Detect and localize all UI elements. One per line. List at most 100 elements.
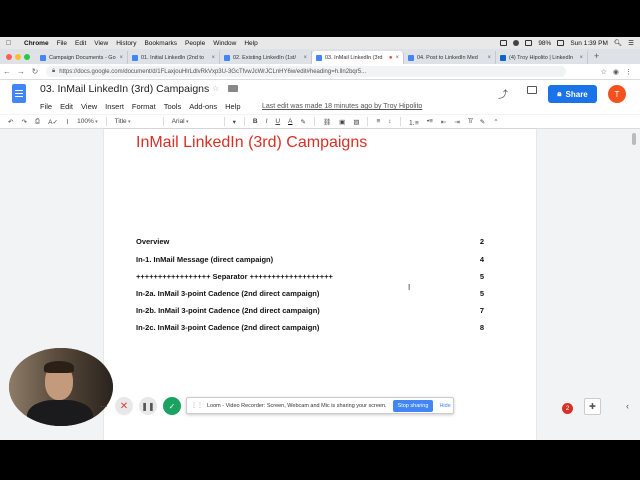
clock[interactable]: Sun 1:39 PM xyxy=(570,40,608,47)
menu-people[interactable]: People xyxy=(185,40,205,47)
document-title[interactable]: 03. InMail LinkedIn (3rd) Campaigns xyxy=(40,83,209,95)
docs-menu-tools[interactable]: Tools xyxy=(164,102,182,111)
tab-inmail-linkedin[interactable]: 03. InMail LinkedIn (3rd ● × xyxy=(312,51,404,64)
more-menu-icon[interactable]: ⋮ xyxy=(625,68,632,76)
extension-icon[interactable]: ◉ xyxy=(613,68,619,76)
explore-button[interactable]: ✚ xyxy=(584,398,601,415)
numbered-list-icon[interactable]: ⒈≡ xyxy=(409,117,419,127)
webcam-bubble[interactable] xyxy=(9,348,113,426)
back-icon[interactable]: ← xyxy=(0,67,14,76)
docs-menu-format[interactable]: Format xyxy=(132,102,156,111)
toc-entry[interactable]: In-1. InMail Message (direct campaign) 4 xyxy=(136,255,484,264)
bold-button[interactable]: B xyxy=(253,118,258,125)
tab-campaign-documents[interactable]: Campaign Documents - Go × xyxy=(36,51,128,64)
redo-icon[interactable]: ↷ xyxy=(21,118,26,126)
docs-menu-help[interactable]: Help xyxy=(225,102,240,111)
cancel-recording-icon[interactable]: ✕ xyxy=(115,397,133,415)
text-color-button[interactable]: A xyxy=(288,118,292,125)
add-comment-icon[interactable]: ▣ xyxy=(339,118,345,126)
toc-entry[interactable]: In-2b. InMail 3-point Cadence (2nd direc… xyxy=(136,306,484,315)
tab-existing-linkedin[interactable]: 02. Existing LinkedIn (1st/ × xyxy=(220,51,312,64)
close-window-button[interactable] xyxy=(6,54,12,60)
battery-icon[interactable] xyxy=(557,40,565,46)
close-tab-icon[interactable]: × xyxy=(487,55,491,61)
italic-button[interactable]: I xyxy=(266,118,268,125)
menu-help[interactable]: Help xyxy=(244,40,257,47)
tab-initial-linkedin[interactable]: 01. Initial LinkedIn (2nd to × xyxy=(128,51,220,64)
zoom-window-button[interactable] xyxy=(24,54,30,60)
star-icon[interactable]: ☆ xyxy=(212,84,219,93)
apple-icon[interactable]:  xyxy=(6,40,16,47)
toc-entry[interactable]: In-2a. InMail 3-point Cadence (2nd direc… xyxy=(136,289,484,298)
pause-recording-icon[interactable]: ❚❚ xyxy=(139,397,157,415)
search-icon[interactable]: 🔍︎ xyxy=(614,39,622,47)
notification-badge[interactable]: 2 xyxy=(562,403,573,414)
menu-window[interactable]: Window xyxy=(213,40,236,47)
tab-linkedin-profile[interactable]: (4) Troy Hipolito | LinkedIn × xyxy=(496,51,588,64)
comment-history-icon[interactable] xyxy=(527,86,537,94)
undo-icon[interactable]: ↶ xyxy=(8,118,13,126)
menu-bookmarks[interactable]: Bookmarks xyxy=(144,40,177,47)
line-spacing-icon[interactable]: ↕ xyxy=(388,118,391,125)
docs-menu-addons[interactable]: Add-ons xyxy=(189,102,217,111)
record-icon[interactable] xyxy=(513,40,520,46)
paint-format-icon[interactable]: ⌇ xyxy=(66,118,69,126)
hide-button[interactable]: Hide xyxy=(439,403,450,409)
avatar[interactable]: T xyxy=(608,85,626,103)
font-size-dropdown-icon[interactable]: ▾ xyxy=(233,118,236,126)
more-options-icon[interactable]: ⋯ xyxy=(99,397,109,415)
menu-edit[interactable]: Edit xyxy=(75,40,86,47)
activity-trend-icon[interactable]: ⤴ xyxy=(498,86,508,101)
google-docs-logo-icon[interactable] xyxy=(12,84,26,103)
last-edit-link[interactable]: Last edit was made 18 minutes ago by Tro… xyxy=(262,103,422,110)
underline-button[interactable]: U xyxy=(275,118,280,125)
link-icon[interactable]: ⛓ xyxy=(323,118,331,126)
menu-history[interactable]: History xyxy=(116,40,136,47)
decrease-indent-icon[interactable]: ⇤ xyxy=(441,118,446,126)
close-tab-icon[interactable]: × xyxy=(119,55,123,61)
toc-entry[interactable]: +++++++++++++++++ Separator ++++++++++++… xyxy=(136,272,484,281)
spellcheck-icon[interactable]: A✓ xyxy=(48,118,58,126)
document-page[interactable]: InMail LinkedIn (3rd) Campaigns Overview… xyxy=(104,129,536,440)
docs-menu-file[interactable]: File xyxy=(40,102,52,111)
tab-post-linkedin[interactable]: 04. Post to LinkedIn Med × xyxy=(404,51,496,64)
zoom-select[interactable]: 100% xyxy=(77,118,98,125)
wifi-icon[interactable] xyxy=(525,40,533,46)
increase-indent-icon[interactable]: ⇥ xyxy=(454,118,459,126)
close-tab-icon[interactable]: × xyxy=(395,55,399,61)
menu-list-icon[interactable]: ☰ xyxy=(628,39,634,47)
insert-image-icon[interactable]: ▨ xyxy=(353,118,359,126)
new-tab-button[interactable]: + xyxy=(594,51,599,61)
finish-recording-icon[interactable]: ✓ xyxy=(163,397,181,415)
editing-mode-icon[interactable]: ✎ xyxy=(480,118,485,126)
docs-menu-view[interactable]: View xyxy=(81,102,97,111)
close-tab-icon[interactable]: × xyxy=(211,55,215,61)
docs-menu-insert[interactable]: Insert xyxy=(105,102,124,111)
folder-icon[interactable] xyxy=(228,85,238,92)
minimize-window-button[interactable] xyxy=(15,54,21,60)
vertical-scrollbar[interactable] xyxy=(632,133,636,145)
screen-icon[interactable] xyxy=(500,40,508,46)
reload-icon[interactable]: ↻ xyxy=(28,67,42,76)
share-button[interactable]: 🔒︎ Share xyxy=(548,85,597,103)
docs-menu-edit[interactable]: Edit xyxy=(60,102,73,111)
menu-file[interactable]: File xyxy=(57,40,67,47)
menu-view[interactable]: View xyxy=(94,40,108,47)
bookmark-star-icon[interactable]: ☆ xyxy=(601,68,607,76)
menu-app-name[interactable]: Chrome xyxy=(24,40,49,47)
close-tab-icon[interactable]: × xyxy=(579,55,583,61)
align-icon[interactable]: ≡ xyxy=(376,118,380,125)
drag-handle-icon[interactable]: ⋮⋮ xyxy=(191,402,203,409)
highlight-icon[interactable]: ✎ xyxy=(300,118,305,126)
collapse-toolbar-icon[interactable]: ⌃ xyxy=(493,118,498,126)
url-input[interactable]: 🔒︎ https://docs.google.com/document/d/1F… xyxy=(46,66,566,77)
print-icon[interactable]: ⎙ xyxy=(35,118,40,126)
close-tab-icon[interactable]: × xyxy=(303,55,307,61)
side-panel-chevron-icon[interactable]: ‹ xyxy=(626,401,629,411)
toc-entry[interactable]: In-2c. InMail 3-point Cadence (2nd direc… xyxy=(136,323,484,332)
stop-sharing-button[interactable]: Stop sharing xyxy=(392,399,434,412)
bulleted-list-icon[interactable]: •≡ xyxy=(427,118,433,125)
style-select[interactable]: Title xyxy=(115,118,155,125)
toc-entry[interactable]: Overview 2 xyxy=(136,237,484,246)
clear-formatting-icon[interactable]: T̸ xyxy=(468,118,472,125)
